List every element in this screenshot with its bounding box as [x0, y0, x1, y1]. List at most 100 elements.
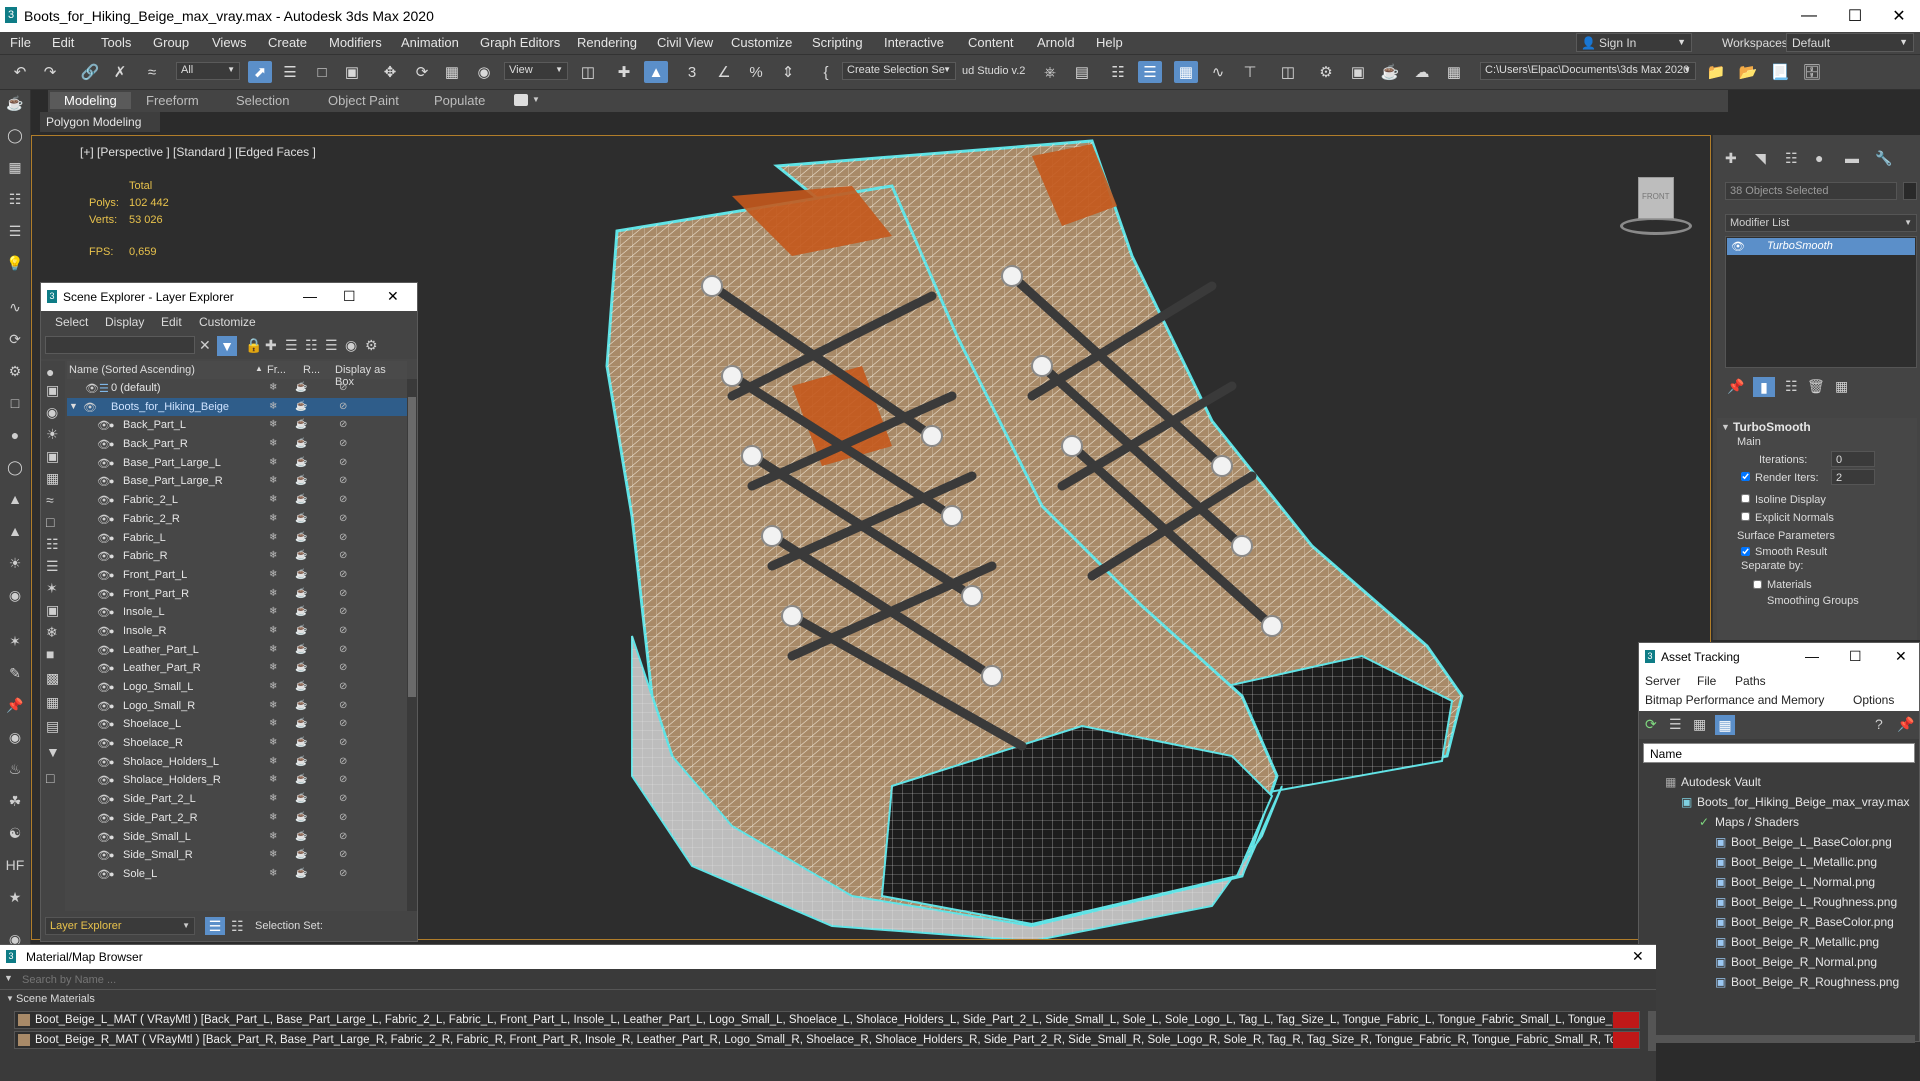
window-crossing-icon[interactable]: ▣ [340, 61, 364, 83]
display-all-icon[interactable]: ■ [46, 647, 54, 661]
render-toggle-icon[interactable]: ☕ [295, 438, 307, 449]
box-toggle-icon[interactable]: ⊘ [339, 737, 347, 748]
frozen-toggle-icon[interactable]: ❄ [269, 550, 277, 561]
box-toggle-icon[interactable]: ⊘ [339, 756, 347, 767]
render-toggle-icon[interactable]: ☕ [295, 849, 307, 860]
phoenix-icon[interactable]: ★ [4, 886, 26, 908]
menu-options[interactable]: Options [1853, 693, 1894, 707]
menu-scripting[interactable]: Scripting [812, 35, 863, 50]
tree-row[interactable]: 👁 ● Side_Part_2_L ❄ ☕ ⊘ [67, 790, 407, 809]
close-button[interactable]: ✕ [1876, 2, 1920, 30]
teapot-icon[interactable]: ☕ [4, 92, 26, 114]
materials-checkbox[interactable] [1753, 580, 1762, 589]
tree-row[interactable]: 👁 ● Sholace_Holders_R ❄ ☕ ⊘ [67, 771, 407, 790]
cone-icon[interactable]: ▲ [4, 488, 26, 510]
menu-modifiers[interactable]: Modifiers [329, 35, 382, 50]
menu-bitmap-performance[interactable]: Bitmap Performance and Memory [1645, 693, 1824, 707]
toggle-ribbon-icon[interactable]: ▦ [1174, 61, 1198, 83]
mirror-icon[interactable]: ⎈ [1038, 61, 1062, 83]
render-toggle-icon[interactable]: ☕ [295, 494, 307, 505]
thumbnail-view-icon[interactable]: ▦ [1693, 717, 1706, 731]
link-icon[interactable]: 🔗 [78, 61, 102, 83]
menu-customize[interactable]: Customize [199, 315, 256, 329]
box-toggle-icon[interactable]: ⊘ [339, 532, 347, 543]
sign-in-dropdown[interactable]: 👤 Sign In ▼ [1576, 33, 1692, 52]
pin-icon[interactable]: 📌 [1897, 717, 1914, 731]
tree-row-default-layer[interactable]: 👁 ☰ 0 (default) ❄ ☕ ⊘ [67, 379, 407, 398]
menu-display[interactable]: Display [105, 315, 144, 329]
render-toggle-icon[interactable]: ☕ [295, 419, 307, 430]
grid-icon[interactable]: ☷ [4, 188, 26, 210]
display-bones-icon[interactable]: ☰ [46, 559, 59, 573]
render-toggle-icon[interactable]: ☕ [295, 831, 307, 842]
frozen-toggle-icon[interactable]: ❄ [269, 532, 277, 543]
menu-views[interactable]: Views [212, 35, 246, 50]
render-toggle-icon[interactable]: ☕ [295, 644, 307, 655]
frozen-toggle-icon[interactable]: ❄ [269, 737, 277, 748]
tree-row[interactable]: 👁 ● Back_Part_R ❄ ☕ ⊘ [67, 435, 407, 454]
image-icon[interactable]: ▦ [4, 156, 26, 178]
tree-row[interactable]: 👁 ● Side_Small_R ❄ ☕ ⊘ [67, 846, 407, 865]
render-toggle-icon[interactable]: ☕ [295, 681, 307, 692]
frozen-toggle-icon[interactable]: ❄ [269, 588, 277, 599]
workspace-dropdown[interactable]: Default ▼ [1786, 33, 1914, 52]
layer-toggle-icon[interactable]: ☰ [205, 917, 225, 935]
eye-icon[interactable]: 👁 [1731, 240, 1745, 253]
display-xrefs-icon[interactable]: ☷ [46, 537, 59, 551]
tab-selection[interactable]: Selection [236, 93, 289, 108]
asset-texture[interactable]: Boot_Beige_L_BaseColor.png [1731, 835, 1892, 849]
polygon-modeling-label[interactable]: Polygon Modeling [46, 115, 141, 129]
box-toggle-icon[interactable]: ⊘ [339, 700, 347, 711]
layer-explorer-icon[interactable]: ☰ [1138, 61, 1162, 83]
material-row-right[interactable]: Boot_Beige_R_MAT ( VRayMtl ) [Back_Part_… [14, 1031, 1640, 1049]
render-toggle-icon[interactable]: ☕ [295, 475, 307, 486]
box-toggle-icon[interactable]: ⊘ [339, 438, 347, 449]
asset-scrollbar[interactable] [1643, 1035, 1915, 1043]
menu-help[interactable]: Help [1096, 35, 1123, 50]
asset-vault[interactable]: Autodesk Vault [1681, 775, 1761, 789]
close-button[interactable]: ✕ [387, 288, 399, 305]
box-toggle-icon[interactable]: ⊘ [339, 831, 347, 842]
find-input[interactable] [45, 336, 195, 354]
rollout-title[interactable]: TurboSmooth [1733, 420, 1811, 434]
project-path-dropdown[interactable]: C:\Users\Elpac\Documents\3ds Max 2020 ▼ [1480, 62, 1696, 80]
select-manipulate-icon[interactable]: ✚ [612, 61, 636, 83]
render-toggle-icon[interactable]: ☕ [295, 700, 307, 711]
menu-rendering[interactable]: Rendering [577, 35, 637, 50]
tree-row[interactable]: 👁 ● Side_Part_2_R ❄ ☕ ⊘ [67, 809, 407, 828]
frozen-toggle-icon[interactable]: ❄ [269, 382, 277, 393]
tab-object-paint[interactable]: Object Paint [328, 93, 399, 108]
display-frozen-icon[interactable]: ❄ [46, 625, 58, 639]
tab-modeling[interactable]: Modeling [50, 92, 131, 109]
display-containers-icon[interactable]: ▣ [46, 603, 59, 617]
circle-icon[interactable]: ◉ [4, 584, 26, 606]
menu-content[interactable]: Content [968, 35, 1014, 50]
rotate-icon[interactable]: ⟳ [410, 61, 434, 83]
frozen-toggle-icon[interactable]: ❄ [269, 868, 277, 879]
frozen-toggle-icon[interactable]: ❄ [269, 513, 277, 524]
options-icon[interactable]: ⚙ [365, 338, 378, 352]
explicit-normals-checkbox[interactable] [1741, 512, 1750, 521]
tree-row[interactable]: 👁 ● Leather_Part_R ❄ ☕ ⊘ [67, 659, 407, 678]
box-toggle-icon[interactable]: ⊘ [339, 625, 347, 636]
render-production-icon[interactable]: ☕ [1378, 61, 1402, 83]
brush-icon[interactable]: ✎ [4, 662, 26, 684]
display-filter-icon[interactable]: ▼ [46, 745, 60, 759]
display-boxes-icon[interactable]: □ [46, 771, 54, 785]
box-toggle-icon[interactable]: ⊘ [339, 401, 347, 412]
box-toggle-icon[interactable]: ⊘ [339, 849, 347, 860]
asset-texture[interactable]: Boot_Beige_L_Normal.png [1731, 875, 1875, 889]
show-end-result-icon[interactable]: ▮ [1753, 377, 1775, 397]
maximize-button[interactable]: ☐ [343, 288, 356, 305]
box-toggle-icon[interactable]: ⊘ [339, 606, 347, 617]
asset-file[interactable]: Boots_for_Hiking_Beige_max_vray.max [1697, 795, 1910, 809]
frozen-toggle-icon[interactable]: ❄ [269, 419, 277, 430]
create-project-icon[interactable]: 📂 [1736, 61, 1760, 83]
tree-row[interactable]: 👁 ● Fabric_L ❄ ☕ ⊘ [67, 529, 407, 548]
box-toggle-icon[interactable]: ⊘ [339, 513, 347, 524]
remove-modifier-icon[interactable]: 🗑 [1807, 379, 1825, 393]
box-toggle-icon[interactable]: ⊘ [339, 494, 347, 505]
display-influences-icon[interactable]: ▦ [46, 695, 59, 709]
box-toggle-icon[interactable]: ⊘ [339, 382, 347, 393]
display-none-icon[interactable]: ● [46, 365, 54, 379]
